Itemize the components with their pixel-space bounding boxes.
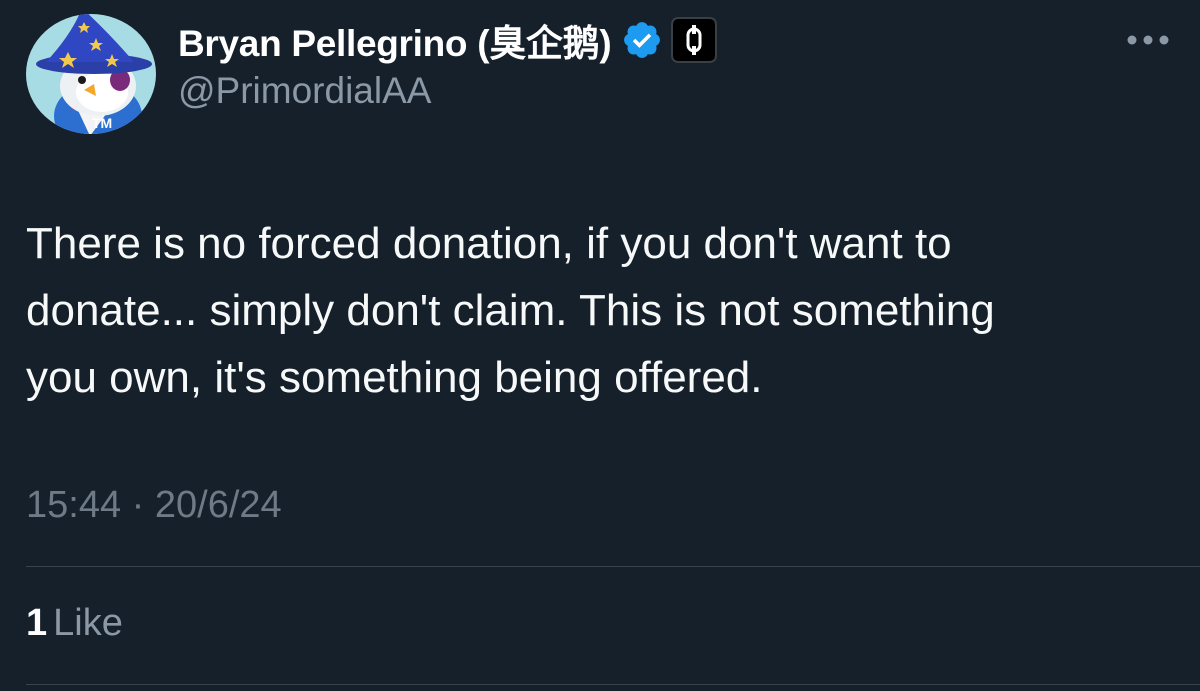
likes-link[interactable]: 1 Like (26, 602, 123, 645)
tweet-date[interactable]: 20/6/24 (155, 484, 282, 526)
timestamp-separator: · (131, 484, 145, 526)
more-options-button[interactable] (1120, 22, 1176, 58)
likes-label: Like (53, 602, 123, 644)
author-avatar[interactable]: TM (24, 14, 158, 134)
svg-text:TM: TM (92, 115, 112, 131)
tweet-text: There is no forced donation, if you don'… (26, 219, 995, 402)
likes-count: 1 (26, 602, 48, 644)
layerzero-badge-icon[interactable] (671, 17, 718, 63)
author-name-row: Bryan Pellegrino (臭企鹅) (178, 13, 718, 67)
author-handle[interactable]: @PrimordialAA (178, 70, 431, 112)
verified-badge-icon[interactable] (621, 19, 663, 61)
tweet-card: TM Bryan Pellegrino (臭企鹅) @PrimordialAA … (0, 0, 1200, 691)
tweet-timestamp[interactable]: 15:44 · 20/6/24 (26, 484, 282, 527)
divider (26, 566, 1200, 567)
penguin-wizard-avatar-icon: TM (26, 14, 156, 134)
author-display-name[interactable]: Bryan Pellegrino (臭企鹅) (178, 13, 612, 67)
divider (26, 684, 1200, 685)
more-horizontal-icon (1127, 35, 1169, 45)
tweet-time[interactable]: 15:44 (26, 484, 121, 526)
